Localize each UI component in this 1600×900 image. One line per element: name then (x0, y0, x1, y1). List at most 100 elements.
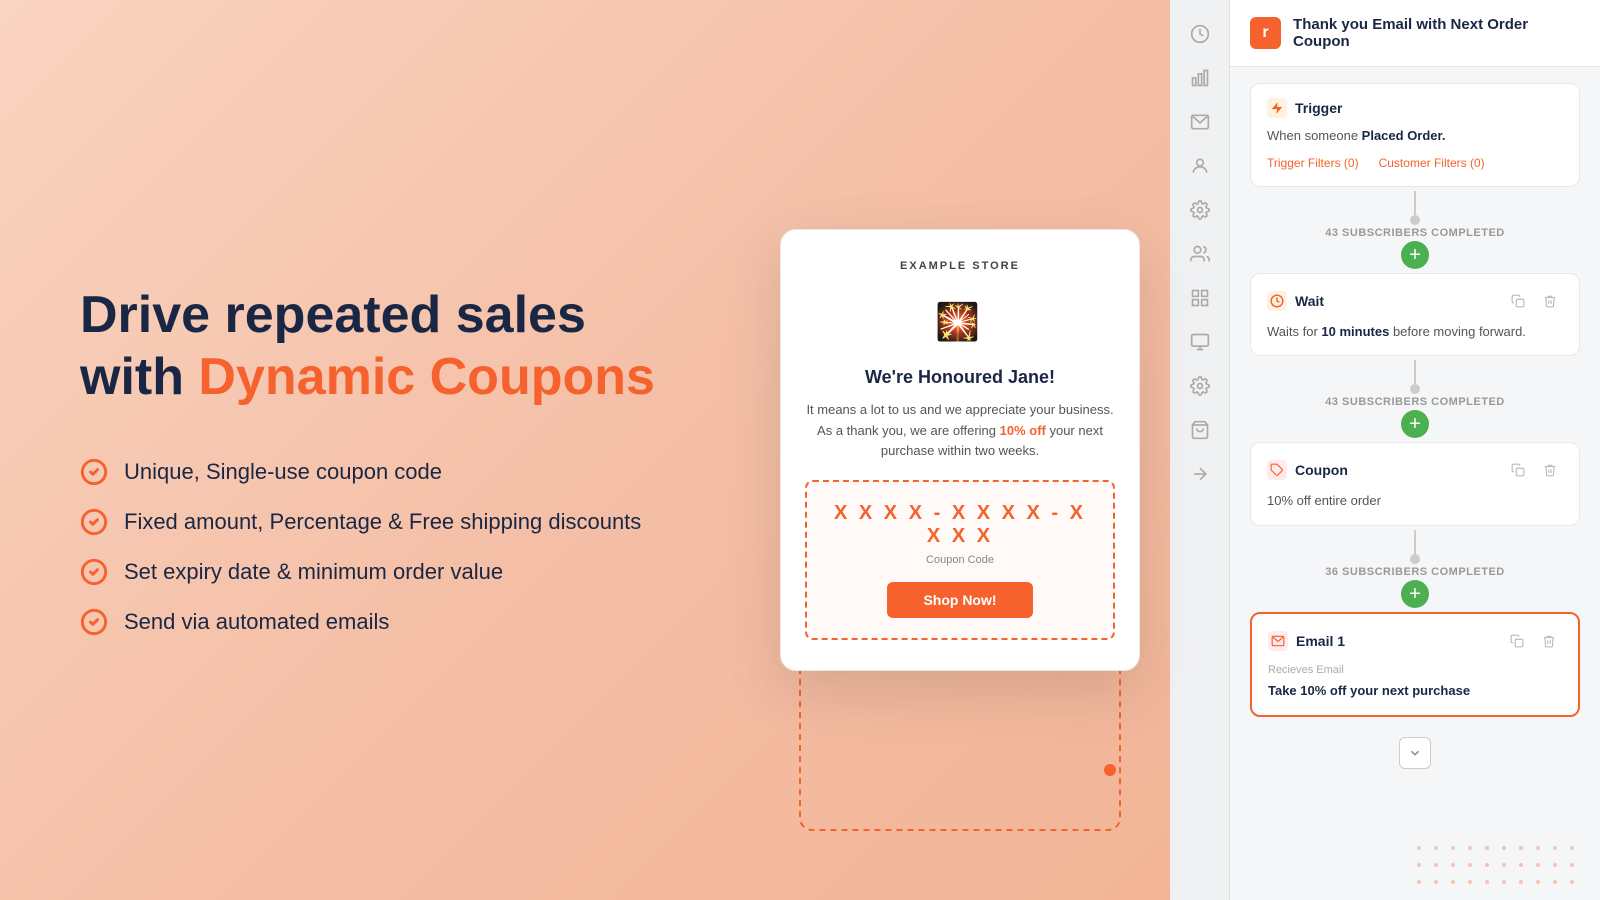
add-button-3[interactable]: + (1401, 580, 1429, 608)
sidebar-icon-chart[interactable] (1182, 60, 1218, 96)
dot (1468, 863, 1472, 867)
trigger-label: Trigger (1295, 100, 1342, 116)
feature-text-2: Fixed amount, Percentage & Free shipping… (124, 509, 641, 535)
wait-delete-btn[interactable] (1537, 288, 1563, 314)
wait-node-header: Wait (1267, 288, 1563, 314)
coupon-copy-btn[interactable] (1505, 457, 1531, 483)
sidebar-icon-users[interactable] (1182, 236, 1218, 272)
dot (1536, 880, 1540, 884)
coupon-body: 10% off entire order (1267, 491, 1563, 511)
dot (1519, 880, 1523, 884)
trigger-filters: Trigger Filters (0) Customer Filters (0) (1267, 154, 1563, 172)
email1-copy-btn[interactable] (1504, 628, 1530, 654)
coupon-code-label: Coupon Code (827, 554, 1093, 566)
wait-label: Wait (1295, 293, 1324, 309)
sidebar-icon-person[interactable] (1182, 148, 1218, 184)
trigger-filter1-suffix: ) (1355, 156, 1359, 170)
wait-actions (1505, 288, 1563, 314)
coupon-title-row: Coupon (1267, 460, 1348, 480)
expand-button[interactable] (1399, 737, 1431, 769)
dot (1570, 863, 1574, 867)
shop-now-button[interactable]: Shop Now! (887, 582, 1032, 618)
connector-line-1 (1414, 191, 1416, 215)
sidebar-icon-settings-small[interactable] (1182, 192, 1218, 228)
trigger-title-row: Trigger (1267, 98, 1342, 118)
automation-header: r Thank you Email with Next Order Coupon (1230, 0, 1600, 67)
email-celebration-icon: 🎇 (805, 292, 1115, 353)
coupon-label: Coupon (1295, 462, 1348, 478)
left-section: Drive repeated sales with Dynamic Coupon… (0, 0, 750, 900)
sidebar-icon-gear[interactable] (1182, 368, 1218, 404)
brand-icon: r (1250, 17, 1281, 49)
trigger-node: Trigger When someone Placed Order. Trigg… (1250, 83, 1580, 187)
automation-title: Thank you Email with Next Order Coupon (1293, 16, 1580, 50)
subscribers-label-2: 43 SUBSCRIBERS COMPLETED (1325, 396, 1504, 408)
dot (1570, 880, 1574, 884)
feature-text-3: Set expiry date & minimum order value (124, 559, 503, 585)
email1-delete-btn[interactable] (1536, 628, 1562, 654)
wait-node: Wait Wait (1250, 273, 1580, 357)
headline: Drive repeated sales with Dynamic Coupon… (80, 284, 690, 409)
dot (1519, 863, 1523, 867)
trigger-filter-1[interactable]: Trigger Filters (0) (1267, 154, 1359, 172)
check-icon-3 (80, 558, 108, 586)
email-body-line2: As a thank you, we are offering (817, 423, 1000, 438)
connector-dot-2 (1410, 384, 1420, 394)
right-section: r Thank you Email with Next Order Coupon… (1170, 0, 1600, 900)
headline-line1: Drive repeated sales (80, 286, 586, 344)
trigger-filter2-suffix: ) (1481, 156, 1485, 170)
dot (1536, 863, 1540, 867)
trigger-desc-bold: Placed Order. (1362, 128, 1446, 143)
right-inner: r Thank you Email with Next Order Coupon… (1170, 0, 1600, 900)
dot (1570, 846, 1574, 850)
sidebar-icon-arrow[interactable] (1182, 456, 1218, 492)
sidebar-strip (1170, 0, 1230, 900)
feature-item-2: Fixed amount, Percentage & Free shipping… (80, 508, 690, 536)
email1-node-header: Email 1 (1268, 628, 1562, 654)
connector-line-3 (1414, 530, 1416, 554)
add-button-2[interactable]: + (1401, 410, 1429, 438)
trigger-body: When someone Placed Order. Trigger Filte… (1267, 126, 1563, 172)
wait-copy-btn[interactable] (1505, 288, 1531, 314)
email1-icon (1268, 631, 1288, 651)
dot (1553, 846, 1557, 850)
dot (1417, 863, 1421, 867)
dot (1553, 863, 1557, 867)
dot (1434, 863, 1438, 867)
sidebar-icon-bag[interactable] (1182, 412, 1218, 448)
email-percent-off: 10% off (1000, 423, 1046, 438)
dot (1502, 880, 1506, 884)
coupon-node-header: Coupon (1267, 457, 1563, 483)
sidebar-icon-clock[interactable] (1182, 16, 1218, 52)
wait-icon (1267, 291, 1287, 311)
dot (1417, 880, 1421, 884)
sidebar-icon-display[interactable] (1182, 324, 1218, 360)
email-body-line1: It means a lot to us and we appreciate y… (806, 402, 1113, 417)
email-store-name: EXAMPLE STORE (805, 260, 1115, 272)
feature-item-3: Set expiry date & minimum order value (80, 558, 690, 586)
center-section: EXAMPLE STORE 🎇 We're Honoured Jane! It … (750, 0, 1170, 900)
email1-sub-label: Recieves Email (1268, 662, 1562, 679)
coupon-delete-btn[interactable] (1537, 457, 1563, 483)
sidebar-icon-envelope[interactable] (1182, 104, 1218, 140)
email1-body: Recieves Email Take 10% off your next pu… (1268, 662, 1562, 701)
connector-3: 36 SUBSCRIBERS COMPLETED + (1250, 526, 1580, 612)
sidebar-icon-grid[interactable] (1182, 280, 1218, 316)
coupon-box: X X X X - X X X X - X X X X Coupon Code … (805, 480, 1115, 640)
trigger-filter1-count: 0 (1348, 156, 1355, 170)
headline-highlight: Dynamic Coupons (198, 348, 655, 406)
feature-text-4: Send via automated emails (124, 609, 389, 635)
connector-dot-1 (1410, 215, 1420, 225)
feature-item-4: Send via automated emails (80, 608, 690, 636)
connector-dot-3 (1410, 554, 1420, 564)
trigger-filter-2[interactable]: Customer Filters (0) (1379, 154, 1485, 172)
dot (1502, 863, 1506, 867)
email-body: It means a lot to us and we appreciate y… (805, 400, 1115, 462)
check-icon-4 (80, 608, 108, 636)
add-button-1[interactable]: + (1401, 241, 1429, 269)
dot (1502, 846, 1506, 850)
dot (1536, 846, 1540, 850)
dot (1485, 846, 1489, 850)
email1-label: Email 1 (1296, 633, 1345, 649)
check-icon-2 (80, 508, 108, 536)
